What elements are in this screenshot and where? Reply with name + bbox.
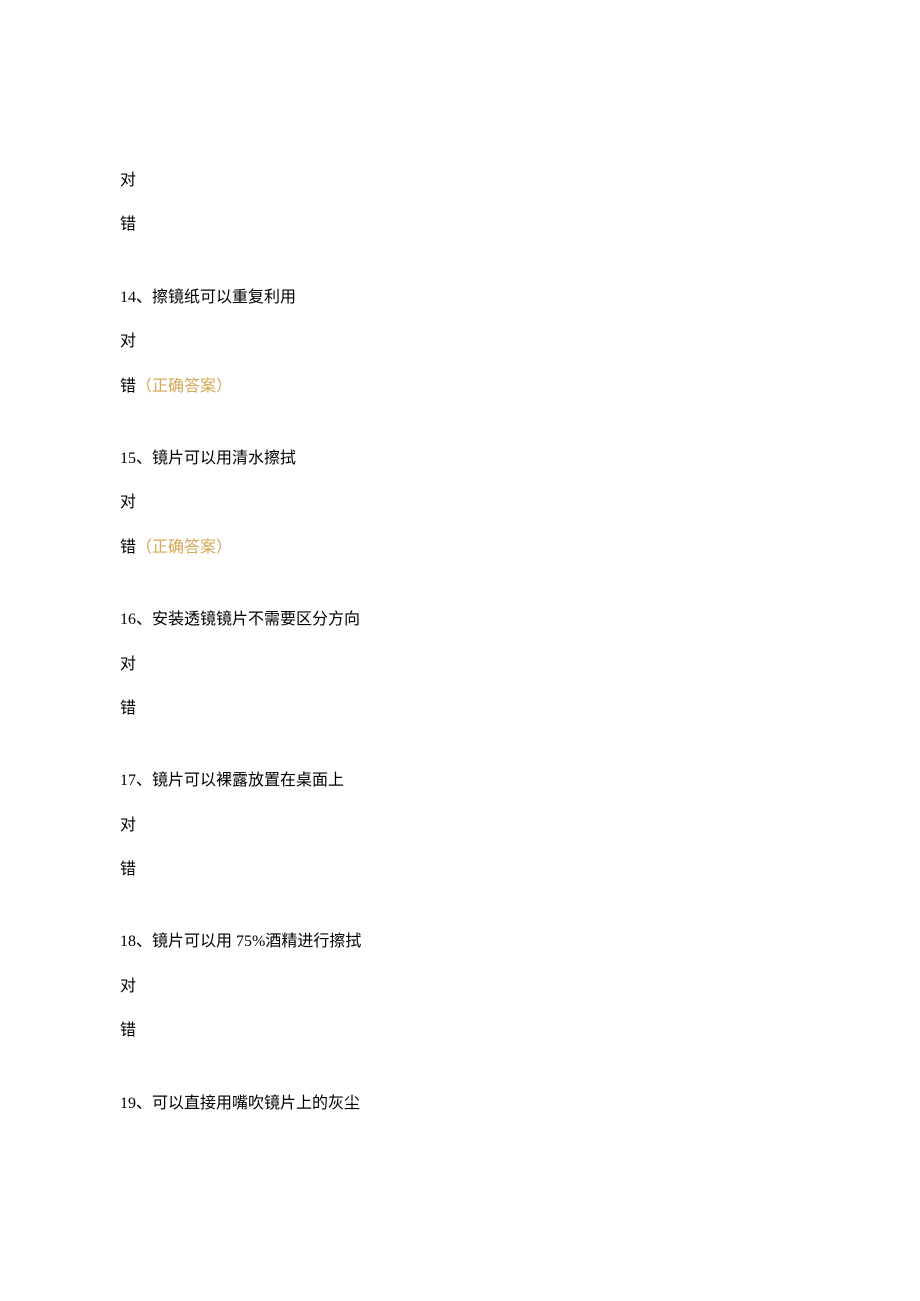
question-18: 18、镜片可以用 75%酒精进行擦拭 bbox=[120, 931, 800, 953]
answer-text: 对 bbox=[120, 656, 136, 673]
question-number: 17、 bbox=[120, 772, 152, 789]
question-number: 15、 bbox=[120, 450, 152, 467]
question-number: 14、 bbox=[120, 289, 152, 306]
answer-text: 对 bbox=[120, 494, 136, 511]
answer-text: 对 bbox=[120, 817, 136, 834]
answer-false-18: 错 bbox=[120, 1020, 800, 1042]
question-14: 14、擦镜纸可以重复利用 bbox=[120, 287, 800, 309]
answer-text: 对 bbox=[120, 978, 136, 995]
question-text: 擦镜纸可以重复利用 bbox=[152, 289, 296, 306]
question-text: 可以直接用嘴吹镜片上的灰尘 bbox=[152, 1095, 360, 1112]
question-number: 16、 bbox=[120, 611, 152, 628]
answer-text: 错 bbox=[120, 700, 136, 717]
question-number: 19、 bbox=[120, 1095, 152, 1112]
answer-text-true: 对 bbox=[120, 172, 136, 189]
answer-true-15: 对 bbox=[120, 492, 800, 514]
answer-false-14: 错（正确答案） bbox=[120, 376, 800, 398]
question-text: 镜片可以用 75%酒精进行擦拭 bbox=[152, 933, 361, 950]
answer-text: 错 bbox=[120, 1022, 136, 1039]
answer-true-16: 对 bbox=[120, 654, 800, 676]
question-16: 16、安装透镜镜片不需要区分方向 bbox=[120, 609, 800, 631]
correct-answer-mark: （正确答案） bbox=[136, 378, 232, 395]
answer-text: 错 bbox=[120, 861, 136, 878]
answer-true-18: 对 bbox=[120, 976, 800, 998]
orphan-answer-false: 错 bbox=[120, 214, 800, 236]
question-17: 17、镜片可以裸露放置在桌面上 bbox=[120, 770, 800, 792]
question-text: 安装透镜镜片不需要区分方向 bbox=[152, 611, 360, 628]
answer-true-14: 对 bbox=[120, 331, 800, 353]
answer-text-false: 错 bbox=[120, 216, 136, 233]
answer-false-15: 错（正确答案） bbox=[120, 537, 800, 559]
answer-true-17: 对 bbox=[120, 815, 800, 837]
question-text: 镜片可以用清水擦拭 bbox=[152, 450, 296, 467]
question-text: 镜片可以裸露放置在桌面上 bbox=[152, 772, 344, 789]
correct-answer-mark: （正确答案） bbox=[136, 539, 232, 556]
answer-text: 对 bbox=[120, 333, 136, 350]
orphan-answer-true: 对 bbox=[120, 170, 800, 192]
answer-false-16: 错 bbox=[120, 698, 800, 720]
answer-text: 错 bbox=[120, 539, 136, 556]
answer-text: 错 bbox=[120, 378, 136, 395]
question-19: 19、可以直接用嘴吹镜片上的灰尘 bbox=[120, 1093, 800, 1115]
answer-false-17: 错 bbox=[120, 859, 800, 881]
question-15: 15、镜片可以用清水擦拭 bbox=[120, 448, 800, 470]
question-number: 18、 bbox=[120, 933, 152, 950]
